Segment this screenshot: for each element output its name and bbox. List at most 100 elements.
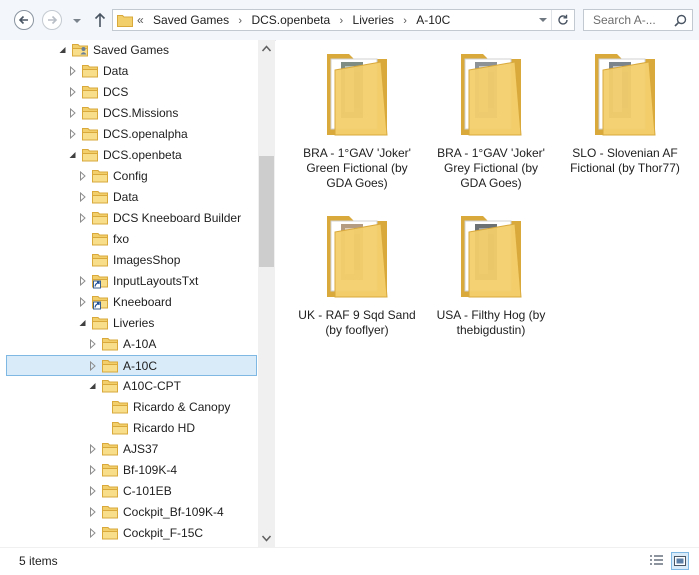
tree-item[interactable]: C-101EB — [6, 481, 257, 502]
collapsed-arrow-icon[interactable] — [68, 129, 77, 139]
folder-icon — [102, 380, 118, 393]
refresh-button[interactable] — [551, 10, 574, 30]
tree-item[interactable]: Ricardo HD — [6, 418, 257, 439]
breadcrumb-overflow[interactable]: « — [137, 10, 144, 30]
folder-tile[interactable]: BRA - 1°GAV 'Joker' Green Fictional (by … — [297, 44, 417, 194]
breadcrumb-separator[interactable]: › — [238, 11, 242, 31]
collapsed-arrow-icon[interactable] — [88, 339, 97, 349]
navigation-tree: Saved Games Data DCS DCS.Missions DCS.openal… — [0, 40, 258, 547]
tree-item-label: fxo — [113, 232, 130, 246]
folder-tile[interactable]: SLO - Slovenian AF Fictional (by Thor77) — [565, 44, 685, 194]
breadcrumb-separator[interactable]: › — [340, 11, 344, 31]
folder-icon — [92, 233, 108, 246]
breadcrumb-item[interactable]: A-10C — [416, 10, 450, 30]
tree-item[interactable]: Config — [6, 166, 257, 187]
tree-scrollbar[interactable] — [258, 40, 275, 547]
collapsed-arrow-icon[interactable] — [78, 192, 87, 202]
tree-item-label: Cockpit_F-15C — [123, 526, 204, 540]
tree-item[interactable]: Saved Games — [6, 40, 257, 61]
expanded-arrow-icon[interactable] — [58, 45, 67, 55]
up-button[interactable] — [93, 11, 107, 29]
tree-item[interactable]: DCS.openalpha — [6, 124, 257, 145]
scroll-down-icon[interactable] — [262, 534, 271, 543]
large-icons-view-icon — [674, 556, 686, 566]
tree-item[interactable]: A10C-CPT — [6, 376, 257, 397]
address-dropdown-icon[interactable] — [538, 14, 548, 26]
tree-item[interactable]: InputLayoutsTxt — [6, 271, 257, 292]
collapsed-arrow-icon[interactable] — [78, 171, 87, 181]
breadcrumb-item[interactable]: DCS.openbeta — [251, 10, 330, 30]
collapsed-arrow-icon[interactable] — [78, 297, 87, 307]
collapsed-arrow-icon[interactable] — [68, 66, 77, 76]
folder-name: SLO - Slovenian AF Fictional (by Thor77) — [570, 146, 680, 175]
folder-icon — [102, 443, 118, 456]
tree-item-label: InputLayoutsTxt — [113, 274, 199, 288]
folder-icon — [102, 338, 118, 351]
folder-tile[interactable]: USA - Filthy Hog (by thebigdustin) — [431, 206, 551, 356]
forward-button[interactable] — [42, 10, 62, 30]
folder-icon — [92, 170, 108, 183]
folder-icon — [82, 128, 98, 141]
tree-item[interactable]: AJS37 — [6, 439, 257, 460]
folder-icon — [102, 485, 118, 498]
collapsed-arrow-icon[interactable] — [88, 361, 97, 371]
tree-item[interactable]: Data — [6, 187, 257, 208]
tree-item[interactable]: DCS.openbeta — [6, 145, 257, 166]
search-box[interactable]: Search A-... — [583, 9, 693, 31]
tree-item[interactable]: DCS.Missions — [6, 103, 257, 124]
tree-item[interactable]: fxo — [6, 229, 257, 250]
folder-tile[interactable]: BRA - 1°GAV 'Joker' Grey Fictional (by G… — [431, 44, 551, 194]
collapsed-arrow-icon[interactable] — [68, 108, 77, 118]
expanded-arrow-icon[interactable] — [78, 318, 87, 328]
folder-icon — [82, 65, 98, 78]
folder-icon — [102, 464, 118, 477]
tree-item-label: Saved Games — [93, 43, 170, 57]
breadcrumb-item[interactable]: Liveries — [353, 10, 394, 30]
tree-item-label: C-101EB — [123, 484, 172, 498]
tree-item-label: DCS — [103, 85, 129, 99]
folder-icon — [112, 422, 128, 435]
tree-item-label: Bf-109K-4 — [123, 463, 178, 477]
collapsed-arrow-icon[interactable] — [78, 276, 87, 286]
folder-icon — [92, 254, 108, 267]
navigation-bar: « Saved Games › DCS.openbeta › Liveries … — [0, 0, 699, 41]
breadcrumb-item[interactable]: Saved Games — [153, 10, 229, 30]
tree-item[interactable]: DCS — [6, 82, 257, 103]
tree-item[interactable]: Liveries — [6, 313, 257, 334]
recent-locations-button[interactable] — [71, 12, 83, 28]
large-icons-view-button[interactable] — [671, 552, 689, 570]
tree-item[interactable]: Cockpit_F-15C — [6, 523, 257, 544]
tree-item[interactable]: Ricardo & Canopy — [6, 397, 257, 418]
breadcrumb-separator[interactable]: › — [403, 11, 407, 31]
collapsed-arrow-icon[interactable] — [88, 507, 97, 517]
expanded-arrow-icon[interactable] — [68, 150, 77, 160]
folder-thumbnail-icon — [461, 54, 522, 136]
back-button[interactable] — [14, 10, 34, 30]
folder-icon — [102, 360, 118, 373]
tree-item[interactable]: Kneeboard — [6, 292, 257, 313]
scroll-up-icon[interactable] — [262, 44, 271, 53]
tree-item[interactable]: Bf-109K-4 — [6, 460, 257, 481]
collapsed-arrow-icon[interactable] — [68, 87, 77, 97]
tree-item-label: DCS.openalpha — [103, 127, 188, 141]
collapsed-arrow-icon[interactable] — [88, 465, 97, 475]
tree-item[interactable]: DCS Kneeboard Builder — [6, 208, 257, 229]
collapsed-arrow-icon[interactable] — [88, 528, 97, 538]
address-bar[interactable]: « Saved Games › DCS.openbeta › Liveries … — [112, 9, 575, 31]
tree-item[interactable]: Cockpit_Bf-109K-4 — [6, 502, 257, 523]
refresh-icon — [558, 14, 568, 25]
folder-icon — [92, 191, 108, 204]
tree-item[interactable]: A-10C — [6, 355, 257, 376]
collapsed-arrow-icon[interactable] — [88, 444, 97, 454]
tree-item[interactable]: A-10A — [6, 334, 257, 355]
collapsed-arrow-icon[interactable] — [78, 213, 87, 223]
tree-item-label: Cockpit_Bf-109K-4 — [123, 505, 224, 519]
tree-item[interactable]: ImagesShop — [6, 250, 257, 271]
scrollbar-thumb[interactable] — [259, 156, 274, 267]
collapsed-arrow-icon[interactable] — [88, 486, 97, 496]
folder-tile[interactable]: UK - RAF 9 Sqd Sand (by fooflyer) — [297, 206, 417, 356]
tree-item[interactable]: Data — [6, 61, 257, 82]
expanded-arrow-icon[interactable] — [88, 381, 97, 391]
tree-item-label: A10C-CPT — [123, 379, 182, 393]
details-view-button[interactable] — [648, 552, 666, 570]
